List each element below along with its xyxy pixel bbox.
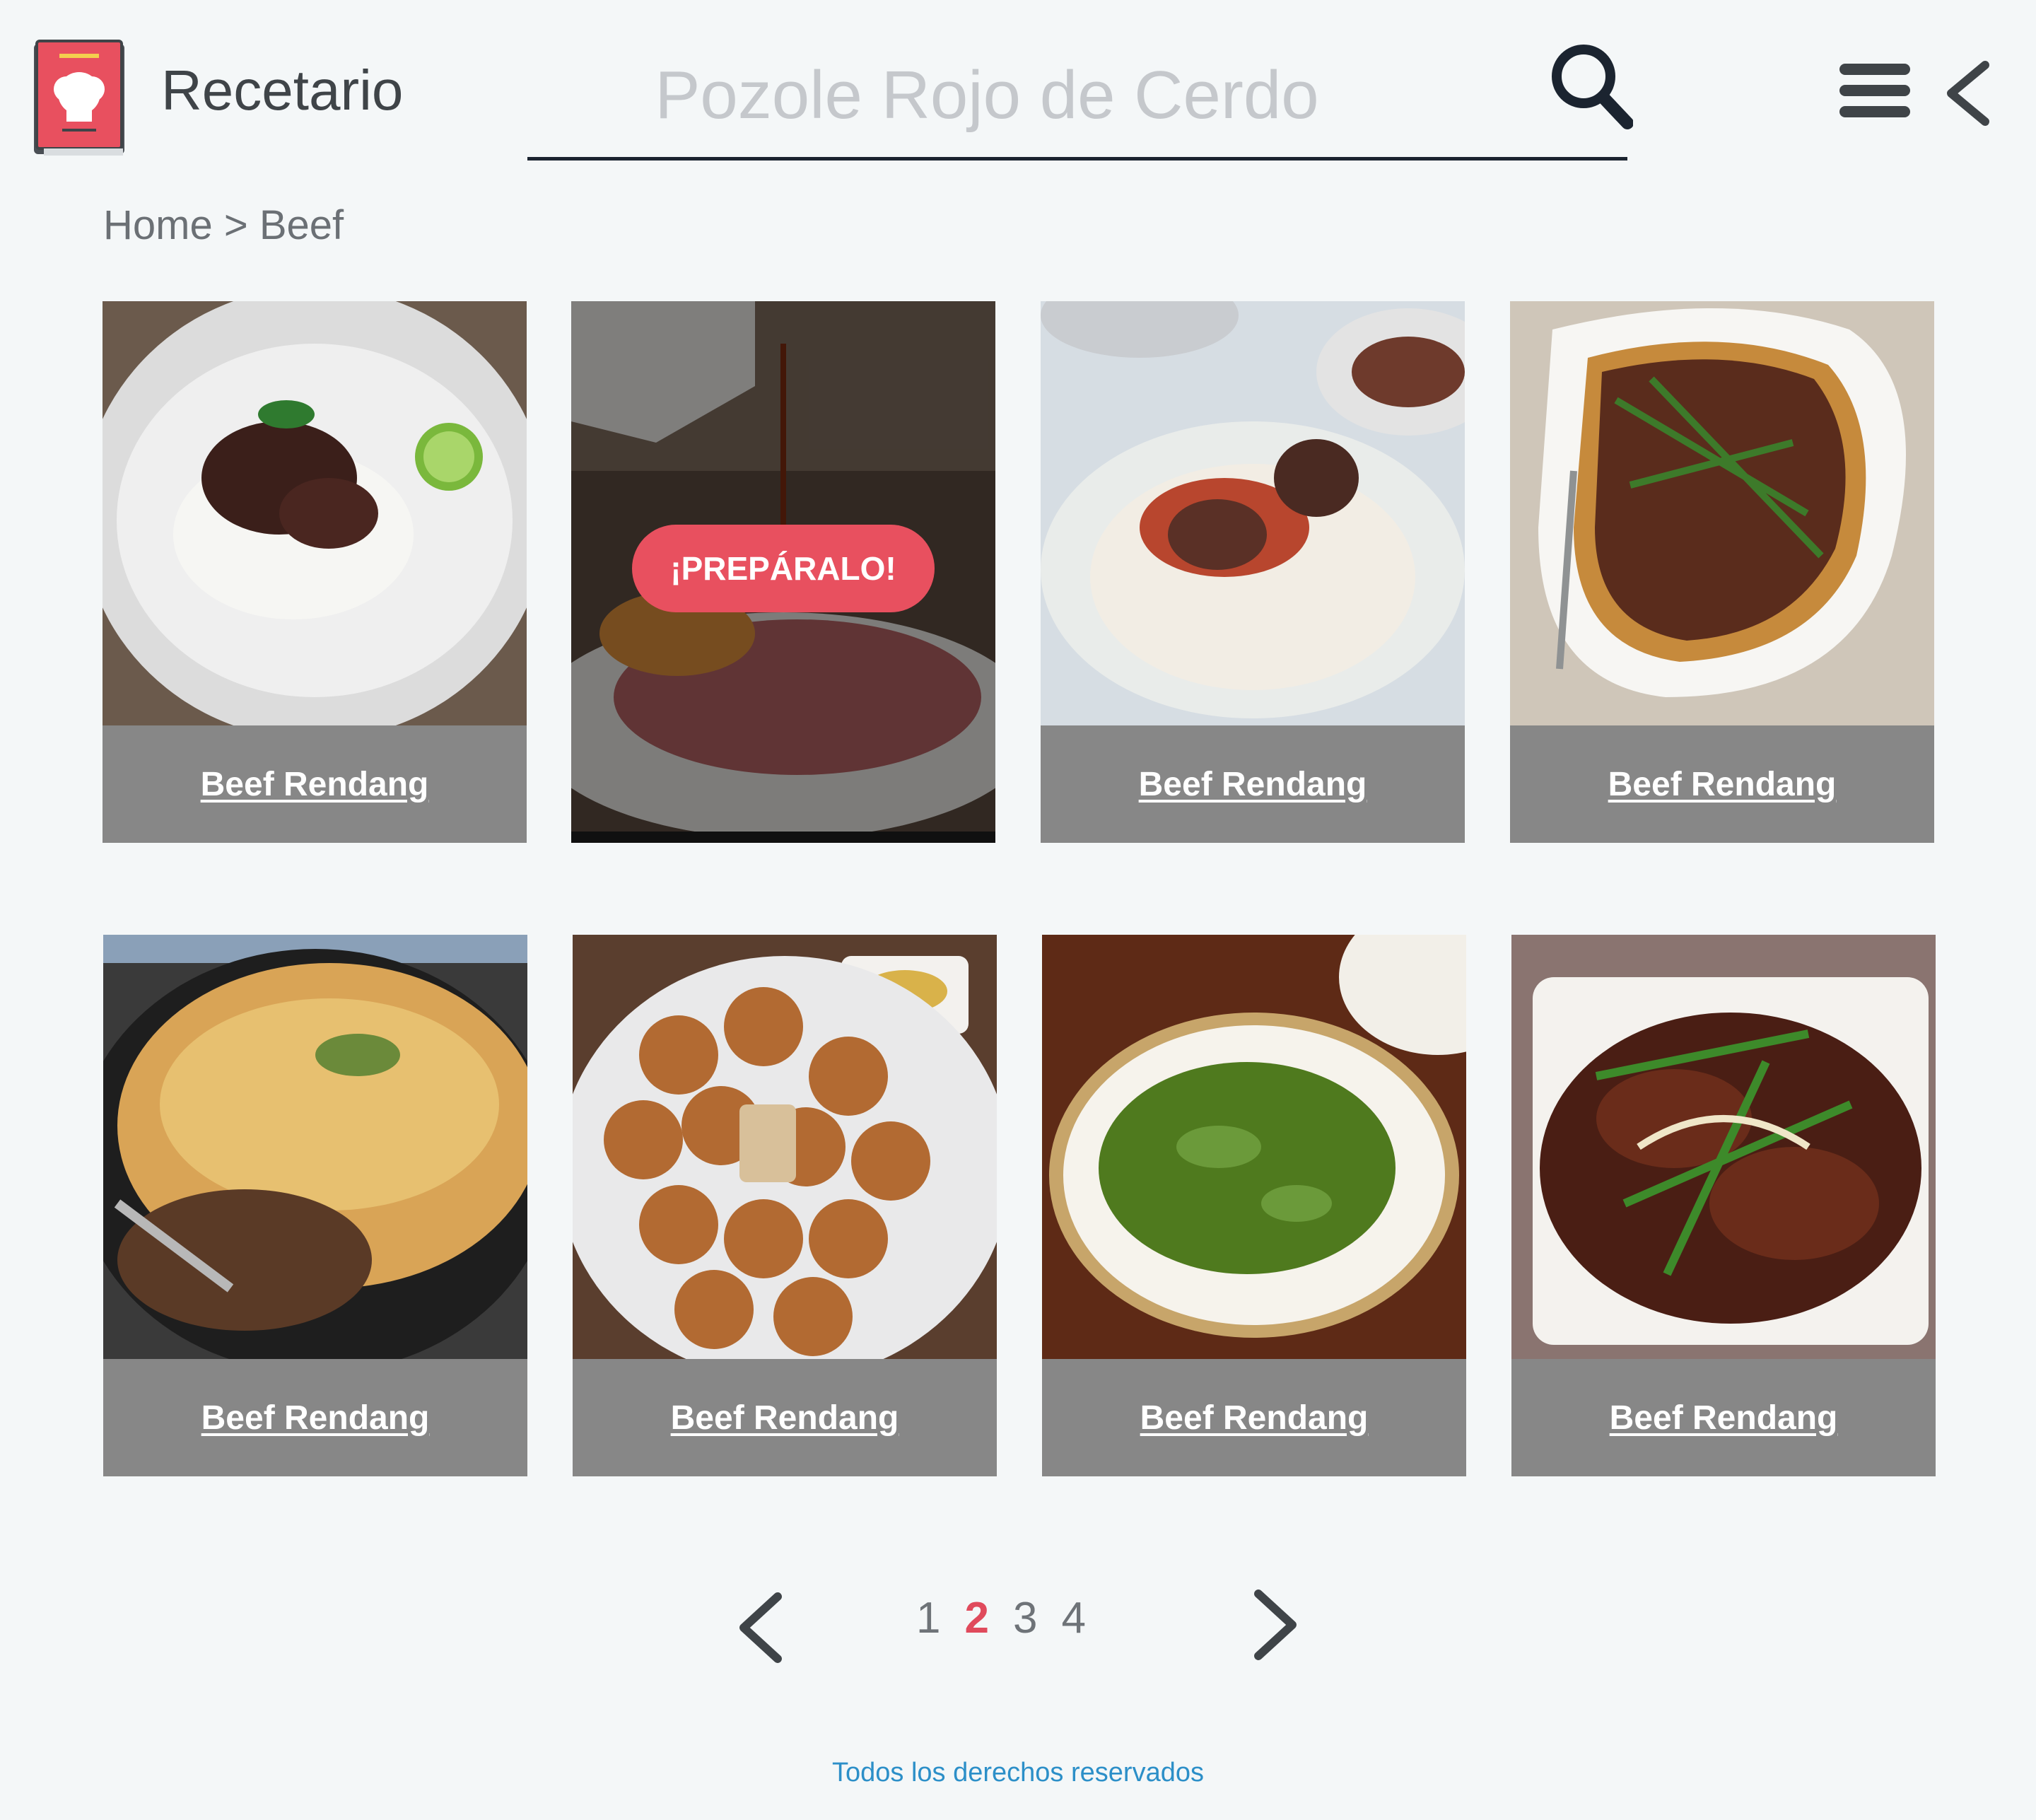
- recipe-caption: Beef Rendang: [573, 1359, 997, 1476]
- pagination-pages: 1 2 3 4: [916, 1597, 1086, 1640]
- recipe-card[interactable]: Beef Rendang: [1042, 935, 1466, 1476]
- recipe-card[interactable]: Beef Rendang: [573, 935, 997, 1476]
- breadcrumb: Home > Beef: [103, 205, 344, 246]
- page-link-2-current[interactable]: 2: [964, 1597, 988, 1640]
- search-bar: [527, 42, 1634, 161]
- recipe-title-link[interactable]: Beef Rendang: [201, 765, 429, 804]
- breadcrumb-home-link[interactable]: Home: [103, 202, 213, 248]
- recipe-caption: Beef Rendang: [1511, 1359, 1936, 1476]
- footer-copyright: Todos los derechos reservados: [832, 1758, 1204, 1787]
- recipe-card[interactable]: Beef Rendang: [103, 935, 527, 1476]
- recipe-card[interactable]: Beef Rendang: [1510, 301, 1934, 843]
- search-input[interactable]: [527, 42, 1446, 148]
- breadcrumb-separator: >: [212, 202, 259, 248]
- recipe-photo: [1041, 301, 1465, 725]
- recipe-title-link[interactable]: Beef Rendang: [1610, 1399, 1838, 1437]
- app-logo-icon: [31, 40, 127, 158]
- app-title: Recetario: [161, 59, 404, 122]
- breadcrumb-current: Beef: [259, 202, 344, 248]
- recipe-caption: Beef Rendang: [1510, 725, 1934, 843]
- recipe-card[interactable]: Beef Rendang: [1041, 301, 1465, 843]
- recipe-title-link[interactable]: Beef Rendang: [1140, 1399, 1369, 1437]
- recipe-caption: Beef Rendang: [103, 725, 527, 843]
- recipe-photo: [573, 935, 997, 1359]
- recipe-card[interactable]: Beef Rendang: [103, 301, 527, 843]
- recipe-caption: Beef Rendang: [103, 1359, 527, 1476]
- recipe-title-link[interactable]: Beef Rendang: [1608, 765, 1837, 804]
- recipe-photo: [1511, 935, 1936, 1359]
- next-page-chevron-icon[interactable]: [1251, 1588, 1301, 1662]
- prepare-recipe-button[interactable]: ¡PREPÁRALO!: [632, 525, 935, 612]
- page-link-1[interactable]: 1: [916, 1597, 940, 1640]
- recipe-photo: [1042, 935, 1466, 1359]
- recipe-photo: [103, 935, 527, 1359]
- back-chevron-icon[interactable]: [1944, 61, 1991, 126]
- page-link-3[interactable]: 3: [1013, 1597, 1037, 1640]
- recipe-caption: Beef Rendang: [1041, 725, 1465, 843]
- recipe-card-hovered[interactable]: ¡PREPÁRALO!: [571, 301, 995, 843]
- recipe-title-link[interactable]: Beef Rendang: [201, 1399, 430, 1437]
- recipe-photo: [103, 301, 527, 725]
- page-link-4[interactable]: 4: [1061, 1597, 1085, 1640]
- recipe-title-link[interactable]: Beef Rendang: [671, 1399, 899, 1437]
- recipe-photo: [1510, 301, 1934, 725]
- previous-page-chevron-icon[interactable]: [735, 1591, 785, 1664]
- search-icon[interactable]: [1550, 42, 1634, 130]
- recipe-card[interactable]: Beef Rendang: [1511, 935, 1936, 1476]
- hamburger-menu-icon[interactable]: [1839, 64, 1910, 117]
- recipe-title-link[interactable]: Beef Rendang: [1139, 765, 1367, 804]
- recipe-caption: Beef Rendang: [1042, 1359, 1466, 1476]
